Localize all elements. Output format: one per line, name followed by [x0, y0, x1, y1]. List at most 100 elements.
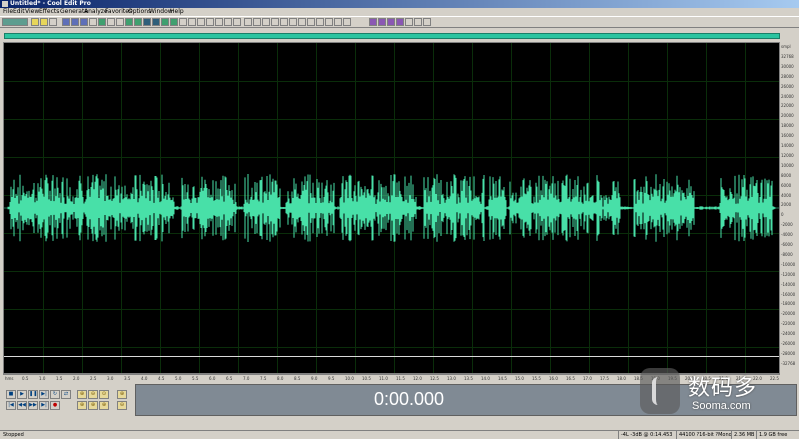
new-file-button[interactable]	[31, 18, 39, 26]
menu-options[interactable]: Options	[128, 8, 151, 16]
noise-reduction-button[interactable]	[152, 18, 160, 26]
ruler-label: 1.5	[56, 376, 63, 381]
cut-button[interactable]	[62, 18, 70, 26]
ruler-label: 7.5	[260, 376, 267, 381]
play-to-end-icon[interactable]: ▶|	[39, 390, 49, 399]
ruler-label: -16000	[781, 291, 796, 297]
ruler-label: 8.0	[277, 376, 284, 381]
echo-button[interactable]	[161, 18, 169, 26]
ruler-label: 17.5	[600, 376, 609, 381]
session-button[interactable]	[378, 18, 386, 26]
scripts-button[interactable]	[316, 18, 324, 26]
stretch-button[interactable]	[206, 18, 214, 26]
ruler-label: -28000	[781, 350, 796, 356]
zoom-right-icon[interactable]: ⊕	[99, 401, 109, 410]
menu-help[interactable]: Help	[170, 8, 184, 16]
open-file-button[interactable]	[40, 18, 48, 26]
mix-paste-button[interactable]	[89, 18, 97, 26]
play-loop-icon[interactable]: ⇄	[61, 390, 71, 399]
ruler-label: -22000	[781, 321, 796, 327]
go-to-end-icon[interactable]: ▶|	[39, 401, 49, 410]
phase-button[interactable]	[289, 18, 297, 26]
ruler-label: 20000	[781, 113, 794, 119]
undo-button[interactable]	[107, 18, 115, 26]
ruler-label: -14000	[781, 281, 796, 287]
zoom-button[interactable]	[262, 18, 270, 26]
menu-view[interactable]: View	[25, 8, 39, 16]
help-button[interactable]	[423, 18, 431, 26]
loop-icon[interactable]: ↻	[50, 390, 60, 399]
reverb-button[interactable]	[170, 18, 178, 26]
silence-button[interactable]	[233, 18, 241, 26]
statistics-button[interactable]	[307, 18, 315, 26]
amplify-button[interactable]	[125, 18, 133, 26]
analysis-button[interactable]	[280, 18, 288, 26]
ruler-label: 1.0	[39, 376, 46, 381]
ruler-label: 14.0	[481, 376, 490, 381]
status-level: -4L -3dB @ 0:14.453	[621, 432, 673, 438]
zoom-in-vertical-icon[interactable]: ⊕	[117, 390, 127, 399]
region-button[interactable]	[253, 18, 261, 26]
status-separator	[618, 431, 619, 439]
fade-button[interactable]	[224, 18, 232, 26]
time-display: 0:00.000	[374, 389, 445, 409]
ruler-label: 6.5	[226, 376, 233, 381]
zoom-out-horizontal-icon[interactable]: ⊖	[88, 390, 98, 399]
preferences-button[interactable]	[405, 18, 413, 26]
multitrack-button[interactable]	[369, 18, 377, 26]
ruler-label: 14000	[781, 143, 794, 148]
repeat-button[interactable]	[116, 18, 124, 26]
zoom-full-icon[interactable]: ⊙	[99, 390, 109, 399]
status-bar: Stopped -4L -3dB @ 0:14.453 44100 ?16-bi…	[0, 430, 799, 439]
hardware-button[interactable]	[414, 18, 422, 26]
play-icon[interactable]: ▶	[17, 390, 27, 399]
ruler-label: 0	[781, 212, 784, 218]
playlist-button[interactable]	[396, 18, 404, 26]
marker-button[interactable]	[244, 18, 252, 26]
ruler-label: 8.5	[294, 376, 301, 381]
envelope-button[interactable]	[215, 18, 223, 26]
rewind-icon[interactable]: ◀◀	[17, 401, 27, 410]
pitch-button[interactable]	[197, 18, 205, 26]
zoom-out-vertical-icon[interactable]: ⊖	[117, 401, 127, 410]
ruler-label: 32768	[781, 53, 794, 59]
status-format: 44100 ?16-bit ?Mono	[679, 432, 732, 438]
flanger-button[interactable]	[188, 18, 196, 26]
copy-button[interactable]	[71, 18, 79, 26]
zoom-selection-icon[interactable]: ⊕	[77, 401, 87, 410]
record-icon[interactable]: ●	[50, 401, 60, 410]
audio-waveform	[4, 174, 779, 242]
ruler-label: 4000	[781, 192, 792, 198]
save-button[interactable]	[49, 18, 57, 26]
waveform-display[interactable]	[3, 42, 780, 374]
ruler-label: 16000	[781, 133, 794, 139]
frequency-button[interactable]	[298, 18, 306, 26]
zoom-in-horizontal-icon[interactable]: ⊕	[77, 390, 87, 399]
trim-button[interactable]	[98, 18, 106, 26]
menu-effects[interactable]: Effects	[39, 8, 59, 16]
ruler-label: 12.5	[430, 376, 439, 381]
cd-button[interactable]	[334, 18, 342, 26]
filter-button[interactable]	[143, 18, 151, 26]
ruler-label: 2.5	[90, 376, 97, 381]
ruler-label: 10000	[781, 162, 794, 168]
toggle-view-button[interactable]	[2, 18, 28, 26]
record-setup-button[interactable]	[387, 18, 395, 26]
fast-forward-icon[interactable]: ▶▶	[28, 401, 38, 410]
paste-button[interactable]	[80, 18, 88, 26]
waveform-overview-bar[interactable]	[4, 33, 780, 39]
go-to-start-icon[interactable]: |◀	[6, 401, 16, 410]
stop-icon[interactable]: ■	[6, 390, 16, 399]
normalize-button[interactable]	[134, 18, 142, 26]
ruler-label: 24000	[781, 93, 794, 99]
batch-button[interactable]	[325, 18, 333, 26]
pause-icon[interactable]: ❚❚	[28, 390, 38, 399]
spectral-button[interactable]	[271, 18, 279, 26]
settings-button[interactable]	[343, 18, 351, 26]
menu-file[interactable]: File	[3, 8, 13, 16]
ruler-label: -2000	[781, 222, 793, 228]
zoom-left-icon[interactable]: ⊕	[88, 401, 98, 410]
watermark: 数码多 Sooma.com	[640, 368, 790, 418]
delay-button[interactable]	[179, 18, 187, 26]
menu-edit[interactable]: Edit	[13, 8, 25, 16]
